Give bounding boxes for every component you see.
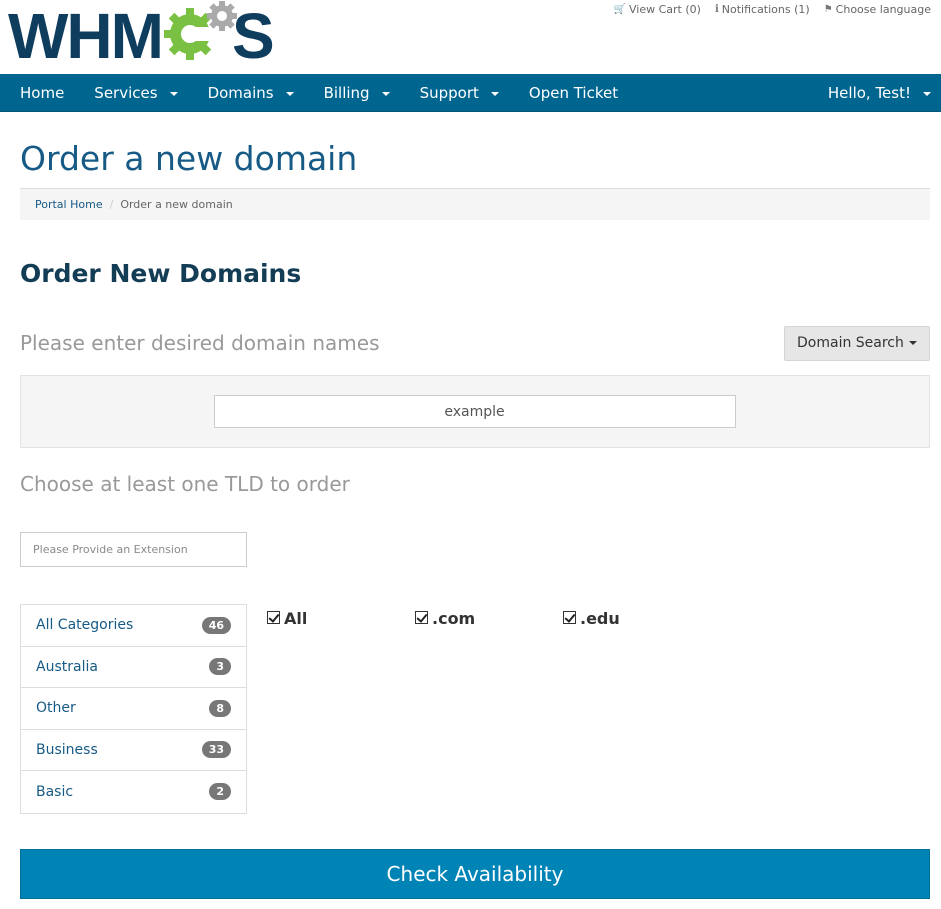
domain-name-input[interactable] <box>213 395 736 428</box>
nav-home[interactable]: Home <box>0 74 79 111</box>
page-title: Order a new domain <box>20 139 358 178</box>
enter-domains-row: Please enter desired domain names Domain… <box>20 325 930 361</box>
nav-support[interactable]: Support <box>405 74 514 111</box>
order-heading: Order New Domains <box>20 259 302 288</box>
category-label: Other <box>36 700 76 717</box>
nav-home-label: Home <box>20 83 65 102</box>
choose-language-label: Choose language <box>835 3 931 16</box>
choose-language-link[interactable]: ⚑ Choose language <box>824 3 931 16</box>
check-availability-button[interactable]: Check Availability <box>20 848 930 899</box>
category-label: All Categories <box>36 617 134 634</box>
notifications-link[interactable]: i Notifications (1) <box>715 3 810 16</box>
category-item-australia[interactable]: Australia 3 <box>21 647 246 688</box>
notifications-label: Notifications (1) <box>721 3 810 16</box>
nav-services-label: Services <box>94 83 158 102</box>
whmcs-logo[interactable]: WHM S <box>8 0 283 66</box>
tld-all-checkbox[interactable] <box>267 611 280 624</box>
tld-com-checkbox[interactable] <box>415 611 428 624</box>
category-item-business[interactable]: Business 33 <box>21 730 246 771</box>
tld-option-label: .edu <box>580 609 620 628</box>
category-item-basic[interactable]: Basic 2 <box>21 771 246 813</box>
main-navbar: Home Services Domains Billing Support Op… <box>0 74 941 112</box>
caret-down-icon <box>285 91 294 96</box>
caret-down-icon <box>923 91 931 96</box>
main-content: Order a new domain Portal Home / Order a… <box>0 139 941 899</box>
user-menu[interactable]: Hello, Test! <box>808 74 941 111</box>
category-count-badge: 46 <box>201 616 231 634</box>
category-count-badge: 3 <box>209 658 231 676</box>
nav-domains-label: Domains <box>207 83 274 102</box>
nav-left: Home Services Domains Billing Support Op… <box>0 74 633 111</box>
breadcrumb-separator: / <box>109 198 114 211</box>
category-count-badge: 8 <box>209 699 231 717</box>
nav-open-ticket-label: Open Ticket <box>528 83 619 102</box>
breadcrumb-home-link[interactable]: Portal Home <box>35 198 103 211</box>
nav-services[interactable]: Services <box>79 74 192 111</box>
domain-search-dropdown[interactable]: Domain Search <box>784 325 930 361</box>
domain-search-label: Domain Search <box>797 335 904 351</box>
tld-label: Choose at least one TLD to order <box>20 472 350 496</box>
breadcrumb: Portal Home / Order a new domain <box>20 188 930 220</box>
tld-option-label: All <box>284 609 308 628</box>
caret-down-icon <box>169 91 178 96</box>
tld-option-edu[interactable]: .edu <box>563 609 711 814</box>
category-label: Basic <box>36 783 74 800</box>
nav-billing[interactable]: Billing <box>309 74 405 111</box>
extension-filter-input[interactable] <box>20 532 247 567</box>
caret-down-icon <box>490 91 499 96</box>
domain-search-well <box>20 375 930 448</box>
tld-checkbox-group: All .com .edu <box>247 604 711 814</box>
tld-edu-checkbox[interactable] <box>563 611 576 624</box>
breadcrumb-current: Order a new domain <box>120 198 233 211</box>
tld-option-com[interactable]: .com <box>415 609 563 814</box>
nav-support-label: Support <box>419 83 479 102</box>
tld-option-all[interactable]: All <box>267 609 415 814</box>
nav-open-ticket[interactable]: Open Ticket <box>514 74 633 111</box>
tld-selection-area: All Categories 46 Australia 3 Other 8 Bu… <box>20 604 930 814</box>
nav-billing-label: Billing <box>323 83 370 102</box>
view-cart-link[interactable]: 🛒 View Cart (0) <box>614 3 701 16</box>
header: WHM S 🛒 View Cart (0) i Notifications (1… <box>0 0 941 74</box>
category-label: Australia <box>36 658 98 675</box>
view-cart-label: View Cart (0) <box>629 3 701 16</box>
category-item-all[interactable]: All Categories 46 <box>21 605 246 647</box>
nav-right: Hello, Test! <box>808 74 941 111</box>
user-menu-label: Hello, Test! <box>827 83 911 102</box>
category-count-badge: 33 <box>201 741 231 759</box>
nav-domains[interactable]: Domains <box>193 74 309 111</box>
tld-option-label: .com <box>432 609 476 628</box>
category-list: All Categories 46 Australia 3 Other 8 Bu… <box>20 604 247 814</box>
cart-icon: 🛒 <box>613 4 627 15</box>
caret-down-icon <box>381 91 390 96</box>
category-label: Business <box>36 741 98 758</box>
svg-text:WHM: WHM <box>8 0 162 66</box>
info-icon: i <box>714 4 719 15</box>
category-item-other[interactable]: Other 8 <box>21 688 246 730</box>
top-links: 🛒 View Cart (0) i Notifications (1) ⚑ Ch… <box>614 3 931 16</box>
language-icon: ⚑ <box>823 4 833 15</box>
svg-text:S: S <box>232 0 275 66</box>
enter-domains-label: Please enter desired domain names <box>20 331 380 355</box>
caret-down-icon <box>908 341 917 345</box>
category-count-badge: 2 <box>209 783 231 801</box>
